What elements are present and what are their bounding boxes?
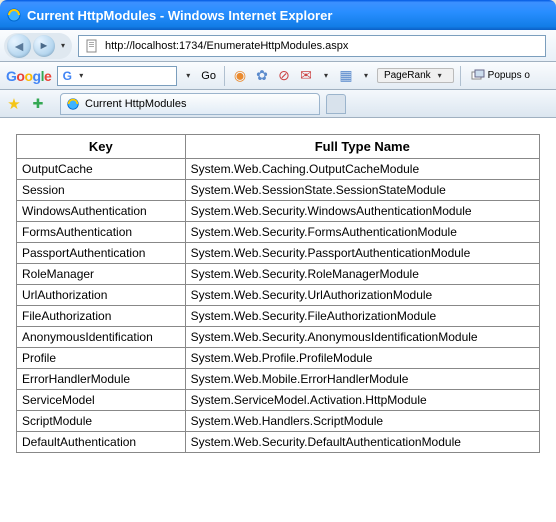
table-row: PassportAuthenticationSystem.Web.Securit…: [17, 243, 540, 264]
table-cell-type: System.Web.Security.RoleManagerModule: [185, 264, 539, 285]
mail-dropdown[interactable]: ▾: [319, 71, 333, 80]
nav-buttons-group: ◄ ► ▾: [4, 33, 72, 59]
table-cell-type: System.Web.SessionState.SessionStateModu…: [185, 180, 539, 201]
arrow-right-icon: ►: [39, 40, 50, 52]
table-header-key: Key: [17, 135, 186, 159]
back-button[interactable]: ◄: [7, 34, 31, 58]
tab-title: Current HttpModules: [85, 98, 187, 110]
modules-table: Key Full Type Name OutputCacheSystem.Web…: [16, 134, 540, 453]
go-label: Go: [201, 70, 216, 82]
toolbar-icon-2[interactable]: ▦: [337, 67, 355, 85]
toolbar-dropdown-2[interactable]: ▾: [359, 71, 373, 80]
table-cell-key: FileAuthorization: [17, 306, 186, 327]
separator: [224, 66, 225, 86]
table-cell-key: ScriptModule: [17, 411, 186, 432]
table-row: ProfileSystem.Web.Profile.ProfileModule: [17, 348, 540, 369]
browser-tab[interactable]: Current HttpModules: [60, 93, 320, 115]
page-content: Key Full Type Name OutputCacheSystem.Web…: [0, 118, 556, 522]
table-cell-type: System.Web.Security.FormsAuthenticationM…: [185, 222, 539, 243]
table-header-type: Full Type Name: [185, 135, 539, 159]
popups-label: Popups o: [488, 70, 530, 81]
table-cell-key: Session: [17, 180, 186, 201]
block-icon[interactable]: ⊘: [275, 67, 293, 85]
table-row: FileAuthorizationSystem.Web.Security.Fil…: [17, 306, 540, 327]
google-toolbar: Google G ▾ ▾ Go ◉ ✿ ⊘ ✉ ▾ ▦ ▾ PageRank▾ …: [0, 62, 556, 90]
table-row: DefaultAuthenticationSystem.Web.Security…: [17, 432, 540, 453]
table-cell-key: PassportAuthentication: [17, 243, 186, 264]
table-row: ServiceModelSystem.ServiceModel.Activati…: [17, 390, 540, 411]
table-cell-key: ServiceModel: [17, 390, 186, 411]
table-cell-key: AnonymousIdentification: [17, 327, 186, 348]
table-row: WindowsAuthenticationSystem.Web.Security…: [17, 201, 540, 222]
separator: [460, 66, 461, 86]
ie-icon: [65, 96, 81, 112]
google-search-box[interactable]: G ▾: [57, 66, 177, 86]
table-cell-type: System.Web.Security.UrlAuthorizationModu…: [185, 285, 539, 306]
mail-icon[interactable]: ✉: [297, 67, 315, 85]
table-cell-key: FormsAuthentication: [17, 222, 186, 243]
address-bar[interactable]: [78, 35, 546, 57]
google-logo[interactable]: Google: [4, 68, 53, 84]
search-dropdown-icon[interactable]: ▾: [74, 71, 88, 80]
table-cell-type: System.Web.Profile.ProfileModule: [185, 348, 539, 369]
table-cell-type: System.Web.Handlers.ScriptModule: [185, 411, 539, 432]
toolbar-icon-1[interactable]: ◉: [231, 67, 249, 85]
table-cell-key: WindowsAuthentication: [17, 201, 186, 222]
table-row: SessionSystem.Web.SessionState.SessionSt…: [17, 180, 540, 201]
toolbar-dropdown-1[interactable]: ▾: [181, 71, 195, 80]
window-title: Current HttpModules - Windows Internet E…: [27, 8, 332, 23]
popups-icon: [471, 69, 485, 83]
go-button[interactable]: Go: [199, 70, 218, 82]
page-icon: [84, 38, 100, 54]
table-row: UrlAuthorizationSystem.Web.Security.UrlA…: [17, 285, 540, 306]
new-tab-button[interactable]: [326, 94, 346, 114]
google-g-icon: G: [60, 69, 74, 83]
table-cell-type: System.Web.Security.AnonymousIdentificat…: [185, 327, 539, 348]
chevron-down-icon: ▾: [433, 71, 447, 80]
table-cell-type: System.Web.Mobile.ErrorHandlerModule: [185, 369, 539, 390]
table-row: ErrorHandlerModuleSystem.Web.Mobile.Erro…: [17, 369, 540, 390]
table-row: RoleManagerSystem.Web.Security.RoleManag…: [17, 264, 540, 285]
table-row: OutputCacheSystem.Web.Caching.OutputCach…: [17, 159, 540, 180]
pagerank-label: PageRank: [384, 70, 431, 81]
nav-toolbar: ◄ ► ▾: [0, 30, 556, 62]
pagerank-button[interactable]: PageRank▾: [377, 68, 454, 83]
table-cell-type: System.ServiceModel.Activation.HttpModul…: [185, 390, 539, 411]
table-cell-key: OutputCache: [17, 159, 186, 180]
window-titlebar: Current HttpModules - Windows Internet E…: [0, 0, 556, 30]
popups-button[interactable]: Popups o: [467, 68, 534, 84]
table-cell-type: System.Web.Security.PassportAuthenticati…: [185, 243, 539, 264]
nav-history-dropdown[interactable]: ▾: [56, 41, 70, 50]
bookmark-icon[interactable]: ✿: [253, 67, 271, 85]
table-row: ScriptModuleSystem.Web.Handlers.ScriptMo…: [17, 411, 540, 432]
table-cell-key: UrlAuthorization: [17, 285, 186, 306]
forward-button[interactable]: ►: [33, 35, 55, 57]
table-cell-key: ErrorHandlerModule: [17, 369, 186, 390]
table-cell-key: RoleManager: [17, 264, 186, 285]
table-cell-type: System.Web.Security.WindowsAuthenticatio…: [185, 201, 539, 222]
table-cell-type: System.Web.Security.DefaultAuthenticatio…: [185, 432, 539, 453]
favorites-tab-row: ★ ✚ Current HttpModules: [0, 90, 556, 118]
favorites-icon[interactable]: ★: [4, 94, 24, 114]
table-cell-type: System.Web.Caching.OutputCacheModule: [185, 159, 539, 180]
add-favorite-icon[interactable]: ✚: [28, 94, 48, 114]
ie-icon: [6, 7, 22, 23]
table-row: AnonymousIdentificationSystem.Web.Securi…: [17, 327, 540, 348]
table-cell-key: DefaultAuthentication: [17, 432, 186, 453]
table-cell-type: System.Web.Security.FileAuthorizationMod…: [185, 306, 539, 327]
arrow-left-icon: ◄: [12, 38, 26, 54]
address-input[interactable]: [103, 40, 543, 52]
table-header-row: Key Full Type Name: [17, 135, 540, 159]
table-row: FormsAuthenticationSystem.Web.Security.F…: [17, 222, 540, 243]
table-cell-key: Profile: [17, 348, 186, 369]
